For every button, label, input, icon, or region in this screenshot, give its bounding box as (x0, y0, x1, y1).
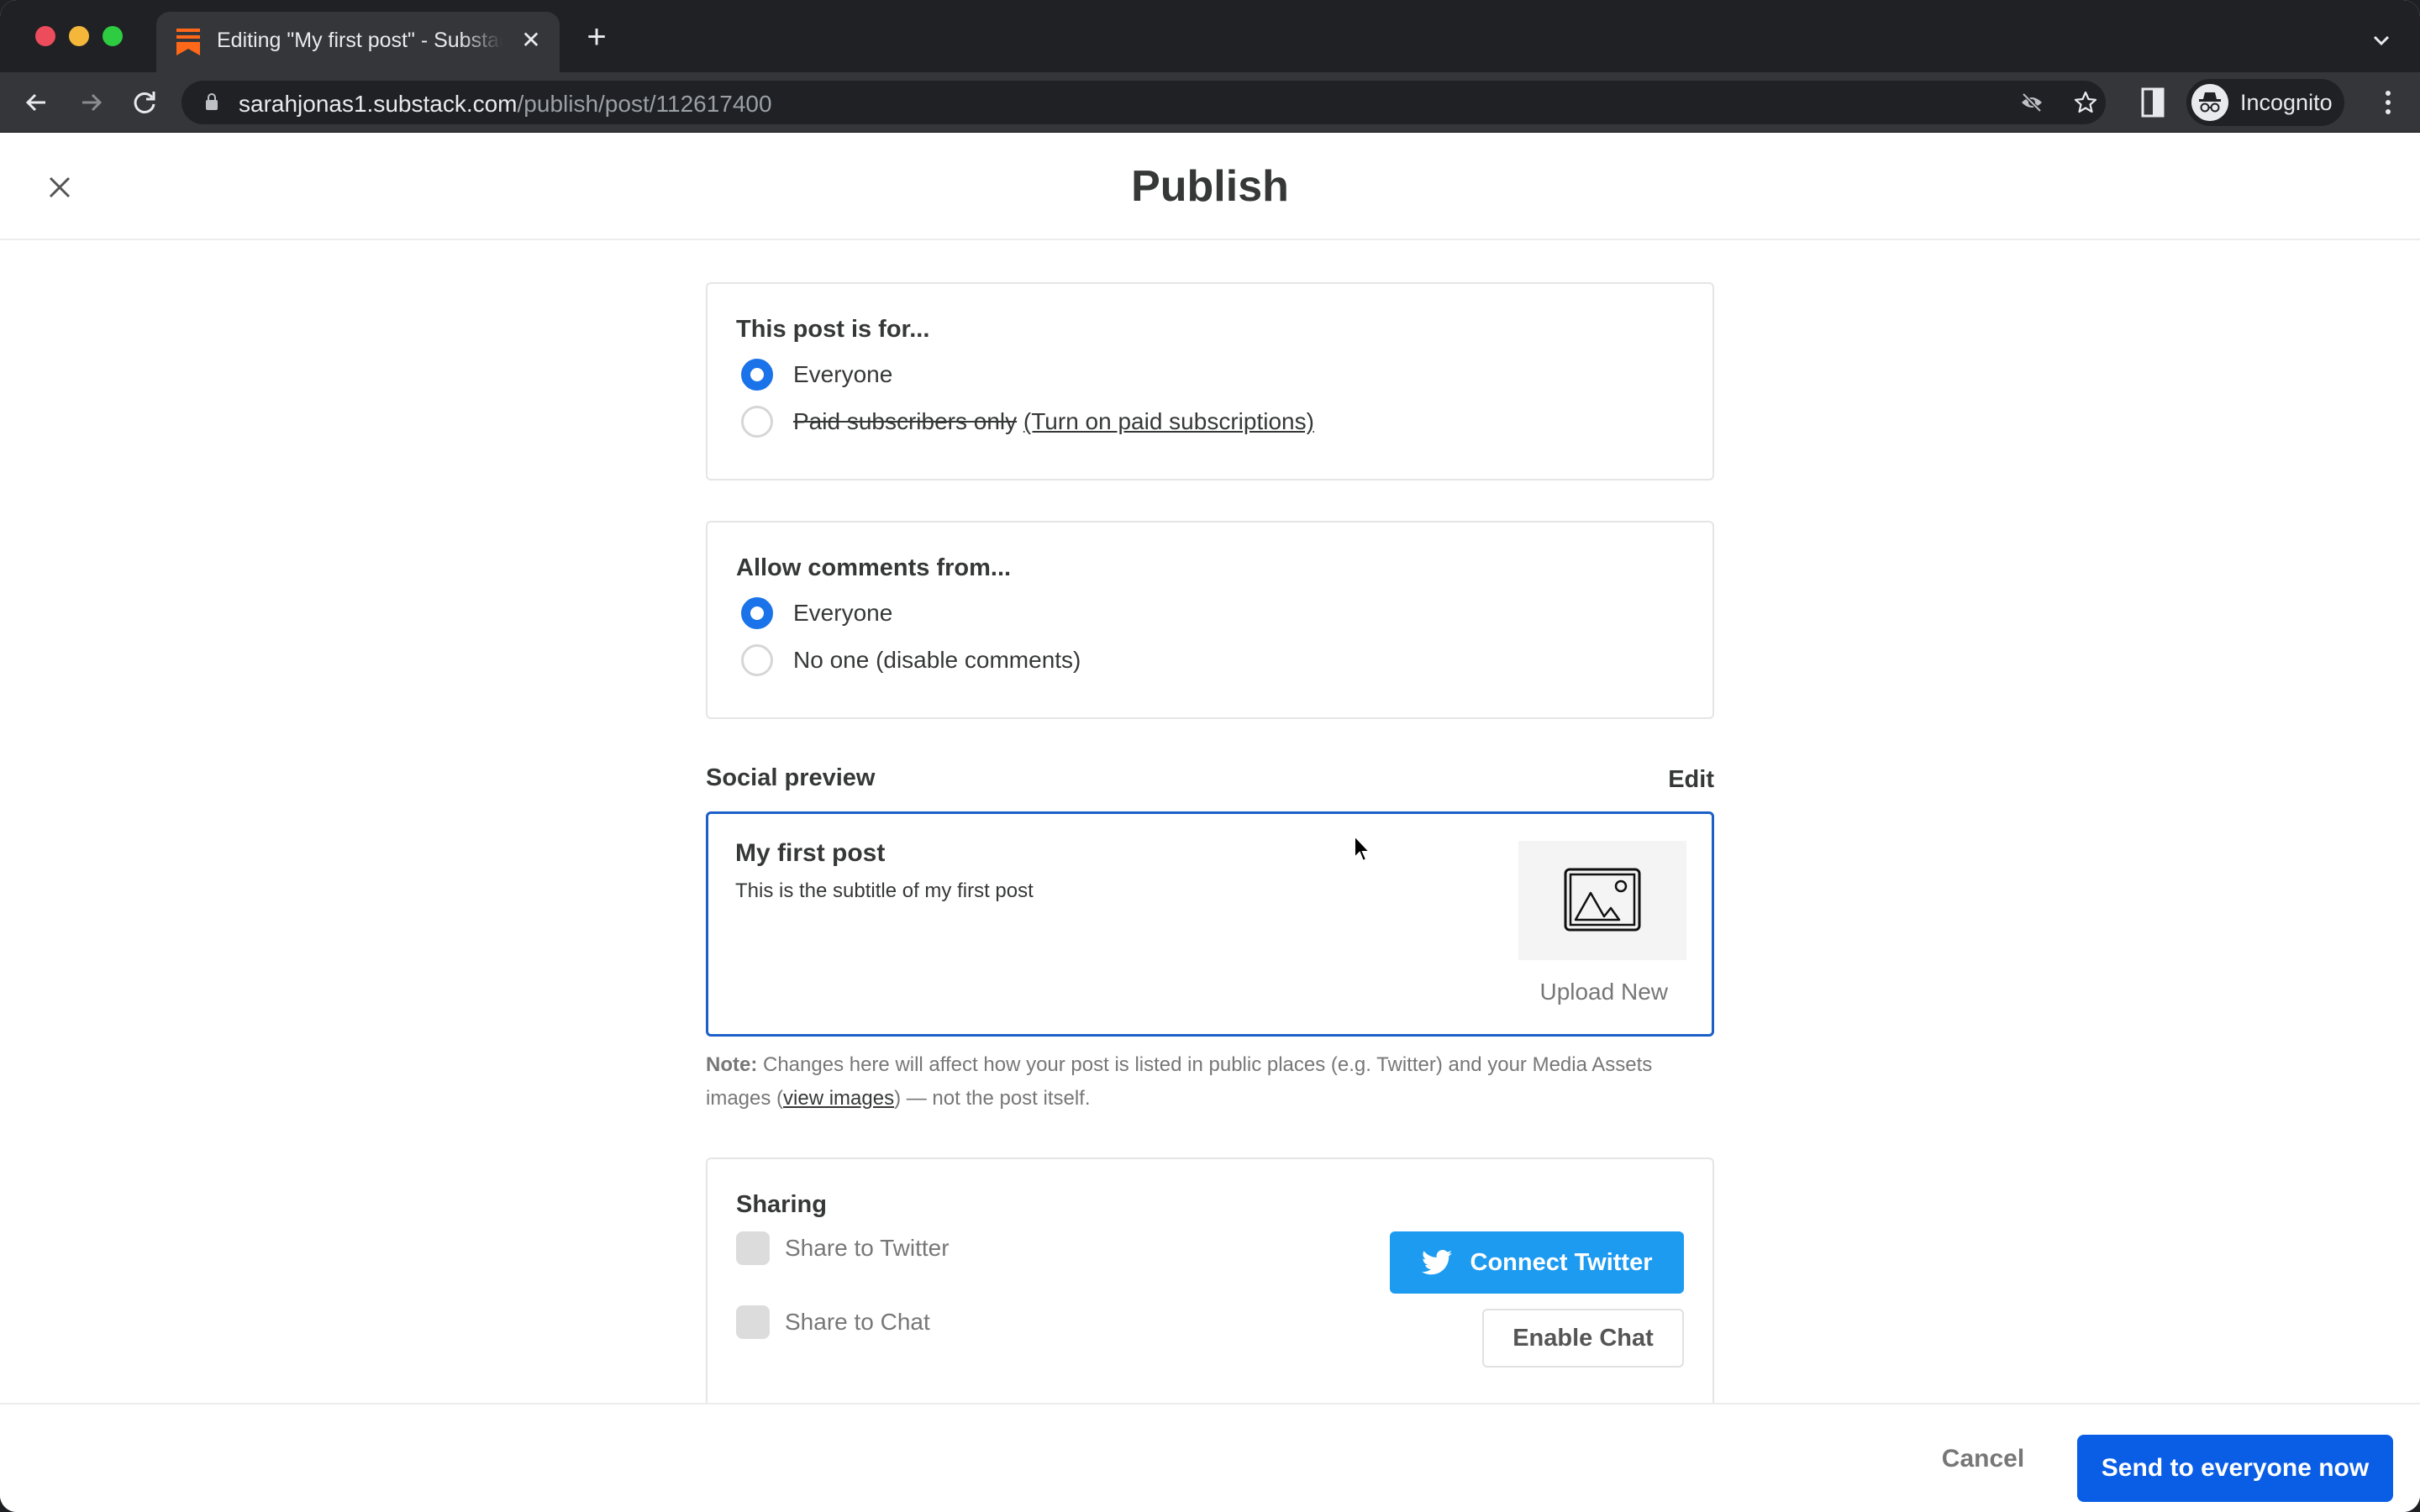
cancel-button[interactable]: Cancel (1926, 1430, 2040, 1488)
substack-logo-icon (176, 29, 200, 55)
maximize-window-button[interactable] (103, 26, 123, 46)
note-text-2: ) — not the post itself. (894, 1087, 1091, 1110)
side-panel-icon[interactable] (2141, 87, 2165, 118)
radio-paid-unchecked[interactable] (741, 406, 773, 438)
comments-option-everyone[interactable]: Everyone (741, 596, 892, 630)
share-twitter-checkbox[interactable] (736, 1231, 770, 1265)
tab-close-icon[interactable]: ✕ (516, 25, 546, 55)
comments-card: Allow comments from... Everyone No one (… (706, 521, 1714, 719)
social-preview-label: Social preview (706, 764, 876, 791)
address-bar[interactable]: sarahjonas1.substack.com/publish/post/11… (182, 81, 2106, 124)
browser-toolbar: sarahjonas1.substack.com/publish/post/11… (0, 72, 2420, 133)
tab-title: Editing "My first post" - Substack (217, 29, 502, 52)
send-to-everyone-button[interactable]: Send to everyone now (2077, 1435, 2393, 1502)
minimize-window-button[interactable] (69, 26, 89, 46)
audience-option-everyone[interactable]: Everyone (741, 358, 892, 391)
preview-post-title: My first post (735, 839, 886, 867)
radio-label: Everyone (793, 361, 893, 387)
sharing-title: Sharing (736, 1191, 827, 1218)
radio-comments-everyone-checked[interactable] (741, 597, 773, 629)
new-tab-button[interactable]: + (580, 20, 613, 55)
sharing-card: Sharing Share to Twitter Share to Chat C… (706, 1158, 1714, 1426)
upload-new-link[interactable]: Upload New (1539, 979, 1668, 1005)
publish-page: Publish This post is for... Everyone Pai… (0, 133, 2420, 1512)
share-chat-label: Share to Chat (785, 1309, 930, 1335)
bookmark-star-icon[interactable] (2072, 89, 2099, 116)
paid-subscribers-label: Paid subscribers only (793, 408, 1018, 434)
radio-comments-no-one-unchecked[interactable] (741, 644, 773, 676)
note-bold-label: Note: (706, 1053, 758, 1076)
url-host: sarahjonas1.substack.com (239, 91, 518, 117)
mouse-cursor-icon (1354, 834, 1372, 863)
share-chat-option[interactable]: Share to Chat (736, 1305, 930, 1339)
page-header: Publish (0, 133, 2420, 240)
audience-card: This post is for... Everyone Paid subscr… (706, 282, 1714, 480)
forward-arrow-icon[interactable] (72, 84, 109, 121)
tab-active[interactable]: Editing "My first post" - Substack ✕ (156, 12, 560, 72)
preview-image-placeholder[interactable] (1518, 841, 1686, 960)
audience-option-paid[interactable]: Paid subscribers only (Turn on paid subs… (741, 405, 1314, 438)
close-window-button[interactable] (35, 26, 55, 46)
radio-label: No one (disable comments) (793, 647, 1081, 673)
url-text[interactable]: sarahjonas1.substack.com/publish/post/11… (239, 91, 772, 118)
browser-window: Editing "My first post" - Substack ✕ + s… (0, 0, 2420, 1512)
twitter-bird-icon (1421, 1250, 1452, 1275)
view-images-link[interactable]: view images (783, 1087, 894, 1110)
incognito-icon (2191, 84, 2228, 121)
enable-chat-button[interactable]: Enable Chat (1482, 1309, 1684, 1368)
share-chat-checkbox[interactable] (736, 1305, 770, 1339)
share-twitter-option[interactable]: Share to Twitter (736, 1231, 950, 1265)
radio-everyone-checked[interactable] (741, 359, 773, 391)
image-placeholder-icon (1564, 868, 1641, 932)
connect-twitter-label: Connect Twitter (1470, 1248, 1653, 1276)
lock-icon (206, 93, 218, 110)
page-title: Publish (1131, 162, 1289, 211)
url-path: /publish/post/112617400 (517, 91, 772, 117)
incognito-label: Incognito (2240, 90, 2333, 115)
tab-search-chevron-icon[interactable] (2366, 25, 2396, 55)
kebab-menu-icon[interactable] (2371, 86, 2405, 119)
share-twitter-label: Share to Twitter (785, 1235, 950, 1261)
audience-title: This post is for... (736, 316, 930, 343)
back-arrow-icon[interactable] (18, 84, 55, 121)
turn-on-paid-link[interactable]: (Turn on paid subscriptions) (1023, 408, 1314, 434)
eye-off-icon[interactable] (2018, 89, 2045, 116)
tab-strip: Editing "My first post" - Substack ✕ + (0, 0, 2420, 72)
reload-icon[interactable] (126, 84, 163, 121)
connect-twitter-button[interactable]: Connect Twitter (1390, 1231, 1684, 1294)
social-preview-card[interactable]: My first post This is the subtitle of my… (706, 811, 1714, 1037)
comments-title: Allow comments from... (736, 554, 1012, 581)
publish-footer: Cancel Send to everyone now (0, 1403, 2420, 1512)
comments-option-no-one[interactable]: No one (disable comments) (741, 643, 1081, 677)
social-preview-note: Note: Changes here will affect how your … (706, 1048, 1714, 1116)
radio-label: Everyone (793, 600, 893, 626)
social-preview-edit-link[interactable]: Edit (1668, 766, 1714, 794)
preview-post-subtitle: This is the subtitle of my first post (735, 879, 1034, 902)
radio-label-paid: Paid subscribers only (Turn on paid subs… (793, 408, 1314, 435)
incognito-profile-button[interactable]: Incognito (2186, 79, 2344, 126)
